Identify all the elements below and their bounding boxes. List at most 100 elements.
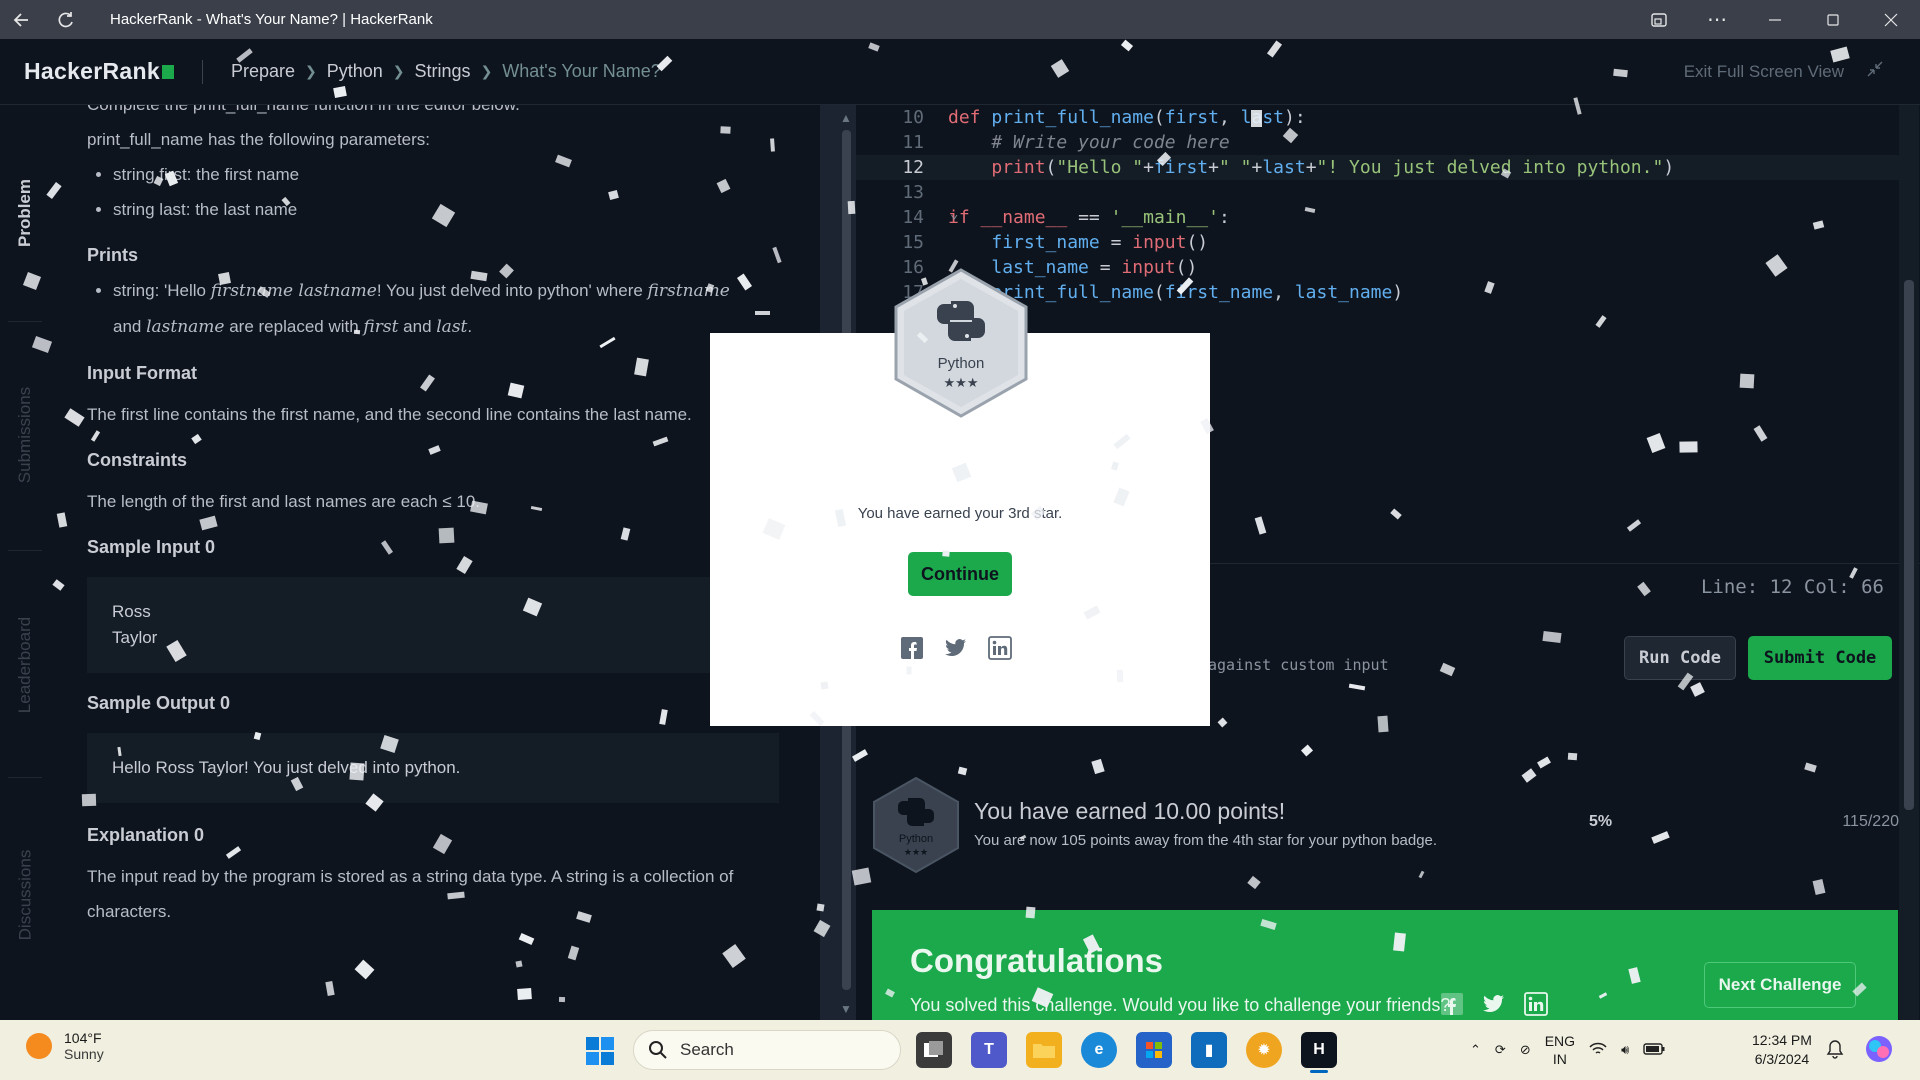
tab-divider	[8, 550, 42, 551]
code-line: 15 first_name = input()	[902, 232, 1209, 253]
exit-fullscreen-link[interactable]: Exit Full Screen View	[1684, 62, 1844, 82]
more-options-icon[interactable]: ⋯	[1688, 0, 1746, 39]
next-challenge-button[interactable]: Next Challenge	[1704, 962, 1856, 1008]
twitter-icon[interactable]	[1482, 992, 1506, 1016]
linkedin-icon[interactable]	[1524, 992, 1548, 1016]
volume-icon[interactable]: 🔊︎	[1621, 1042, 1629, 1058]
fold-chevron-icon[interactable]: ⌄	[950, 206, 958, 222]
input-format-text: The first line contains the first name, …	[87, 405, 692, 424]
tab-divider	[8, 777, 42, 778]
breadcrumb-strings[interactable]: Strings	[415, 61, 471, 82]
star-earned-modal: Python ★★★ You have earned your 3rd star…	[710, 268, 1210, 726]
intro-text: Complete the print_full_name function in…	[87, 105, 790, 122]
weather-condition: Sunny	[64, 1046, 104, 1062]
facebook-icon[interactable]	[900, 636, 924, 660]
sample-input-box: Ross Taylor	[87, 577, 779, 673]
maximize-icon[interactable]	[1804, 0, 1862, 39]
weather-widget[interactable]: 104°F Sunny	[26, 1030, 104, 1062]
refresh-icon[interactable]	[44, 0, 88, 39]
congrats-title: Congratulations	[910, 942, 1163, 979]
custom-input-label[interactable]: against custom input	[1208, 656, 1389, 674]
sun-app-icon[interactable]: ✹	[1246, 1032, 1282, 1068]
store-icon[interactable]	[1136, 1032, 1172, 1068]
progress-fraction: 115/220	[1842, 813, 1899, 830]
browser-titlebar: HackerRank - What's Your Name? | HackerR…	[0, 0, 1920, 39]
continue-button[interactable]: Continue	[908, 552, 1012, 596]
badge-stars: ★★★	[904, 848, 928, 858]
file-explorer-icon[interactable]	[1026, 1032, 1062, 1068]
chevron-up-icon[interactable]: ⌃	[1470, 1042, 1481, 1058]
edge-icon[interactable]: e	[1081, 1032, 1117, 1068]
tab-discussions[interactable]: Discussions	[0, 785, 50, 1005]
wifi-icon[interactable]	[1589, 1042, 1607, 1059]
hackerrank-logo[interactable]: HackerRank	[24, 58, 174, 85]
twitter-icon[interactable]	[944, 636, 968, 660]
hackerrank-app-icon[interactable]: H	[1301, 1032, 1337, 1073]
scroll-up-icon[interactable]: ▲	[840, 111, 852, 125]
app-view-icon[interactable]	[1630, 0, 1688, 39]
close-icon[interactable]	[1862, 0, 1920, 39]
submit-code-button[interactable]: Submit Code	[1748, 636, 1892, 680]
page-scrollbar[interactable]	[1899, 105, 1919, 1020]
badge-label: Python	[899, 833, 933, 845]
python-badge-icon: Python ★★★	[893, 267, 1029, 424]
tab-leaderboard[interactable]: Leaderboard	[0, 555, 50, 775]
code-line: 11 # Write your code here	[902, 132, 1230, 153]
badge-label: Python	[938, 355, 985, 372]
teams-icon[interactable]: T	[971, 1032, 1007, 1068]
vertical-tabs: Problem Submissions Leaderboard Discussi…	[0, 105, 50, 1020]
chevron-right-icon: ❯	[305, 63, 317, 79]
input-format-heading: Input Format	[87, 363, 197, 383]
scroll-down-icon[interactable]: ▼	[840, 1002, 852, 1016]
explanation-text: The input read by the program is stored …	[87, 867, 734, 921]
facebook-icon[interactable]	[1440, 992, 1464, 1016]
problem-statement: Complete the print_full_name function in…	[50, 105, 820, 1020]
tab-divider	[8, 321, 42, 322]
page-title: HackerRank - What's Your Name? | HackerR…	[110, 11, 433, 28]
points-away: You are now 105 points away from the 4th…	[974, 832, 1438, 849]
search-icon	[649, 1041, 667, 1059]
taskbar-search[interactable]: Search	[633, 1030, 901, 1070]
chevron-right-icon: ❯	[480, 63, 493, 79]
points-earned: You have earned 10.00 points!	[974, 798, 1286, 824]
windows-start-icon[interactable]	[586, 1037, 614, 1070]
list-item: string: 'Hello firstname lastname! You j…	[113, 273, 790, 345]
congrats-banner: Congratulations You solved this challeng…	[872, 910, 1898, 1020]
badge-stars: ★★★	[944, 376, 979, 391]
scrollbar-thumb[interactable]	[1904, 280, 1914, 810]
code-line: 13	[902, 182, 924, 203]
lang-top: ENG	[1544, 1033, 1576, 1049]
alert-icon[interactable]: ⊘	[1520, 1042, 1531, 1058]
minimize-icon[interactable]	[1746, 0, 1804, 39]
breadcrumb-python[interactable]: Python	[327, 61, 383, 82]
copilot-icon[interactable]	[1864, 1034, 1894, 1069]
breadcrumb-prepare[interactable]: Prepare	[231, 61, 295, 82]
breadcrumb: Prepare ❯ Python ❯ Strings ❯ What's Your…	[231, 61, 661, 82]
weather-temp: 104°F	[64, 1030, 102, 1046]
system-tray: ⌃ ⟳ ⊘ ENG IN 🔊︎	[1470, 1020, 1665, 1080]
sample-output-box: Hello Ross Taylor! You just delved into …	[87, 733, 779, 803]
battery-icon[interactable]	[1643, 1042, 1665, 1058]
app-icon[interactable]: ▮	[1191, 1032, 1227, 1068]
constraints-heading: Constraints	[87, 450, 188, 470]
language-indicator[interactable]: ENG IN	[1545, 1032, 1575, 1068]
system-clock[interactable]: 12:34 PM 6/3/2024	[1752, 1031, 1812, 1069]
lang-bottom: IN	[1552, 1051, 1567, 1067]
breadcrumb-current: What's Your Name?	[502, 61, 661, 81]
progress-percent: 5%	[1589, 813, 1613, 830]
tab-problem[interactable]: Problem	[0, 105, 50, 320]
explanation-heading: Explanation 0	[87, 825, 205, 845]
cursor-position: Line: 12 Col: 66	[1700, 576, 1884, 598]
search-label: Search	[680, 1040, 734, 1059]
python-badge-icon: Python ★★★	[872, 776, 960, 879]
tab-submissions[interactable]: Submissions	[0, 325, 50, 545]
collapse-icon[interactable]	[1866, 60, 1884, 83]
clock-date: 6/3/2024	[1754, 1051, 1810, 1067]
sync-icon[interactable]: ⟳	[1495, 1042, 1506, 1058]
linkedin-icon[interactable]	[988, 636, 1012, 660]
sample-output-heading: Sample Output 0	[87, 693, 231, 713]
task-view-icon[interactable]	[916, 1032, 952, 1068]
back-icon[interactable]	[0, 0, 44, 39]
run-code-button[interactable]: Run Code	[1624, 636, 1736, 680]
notification-bell-icon[interactable]	[1826, 1039, 1844, 1064]
